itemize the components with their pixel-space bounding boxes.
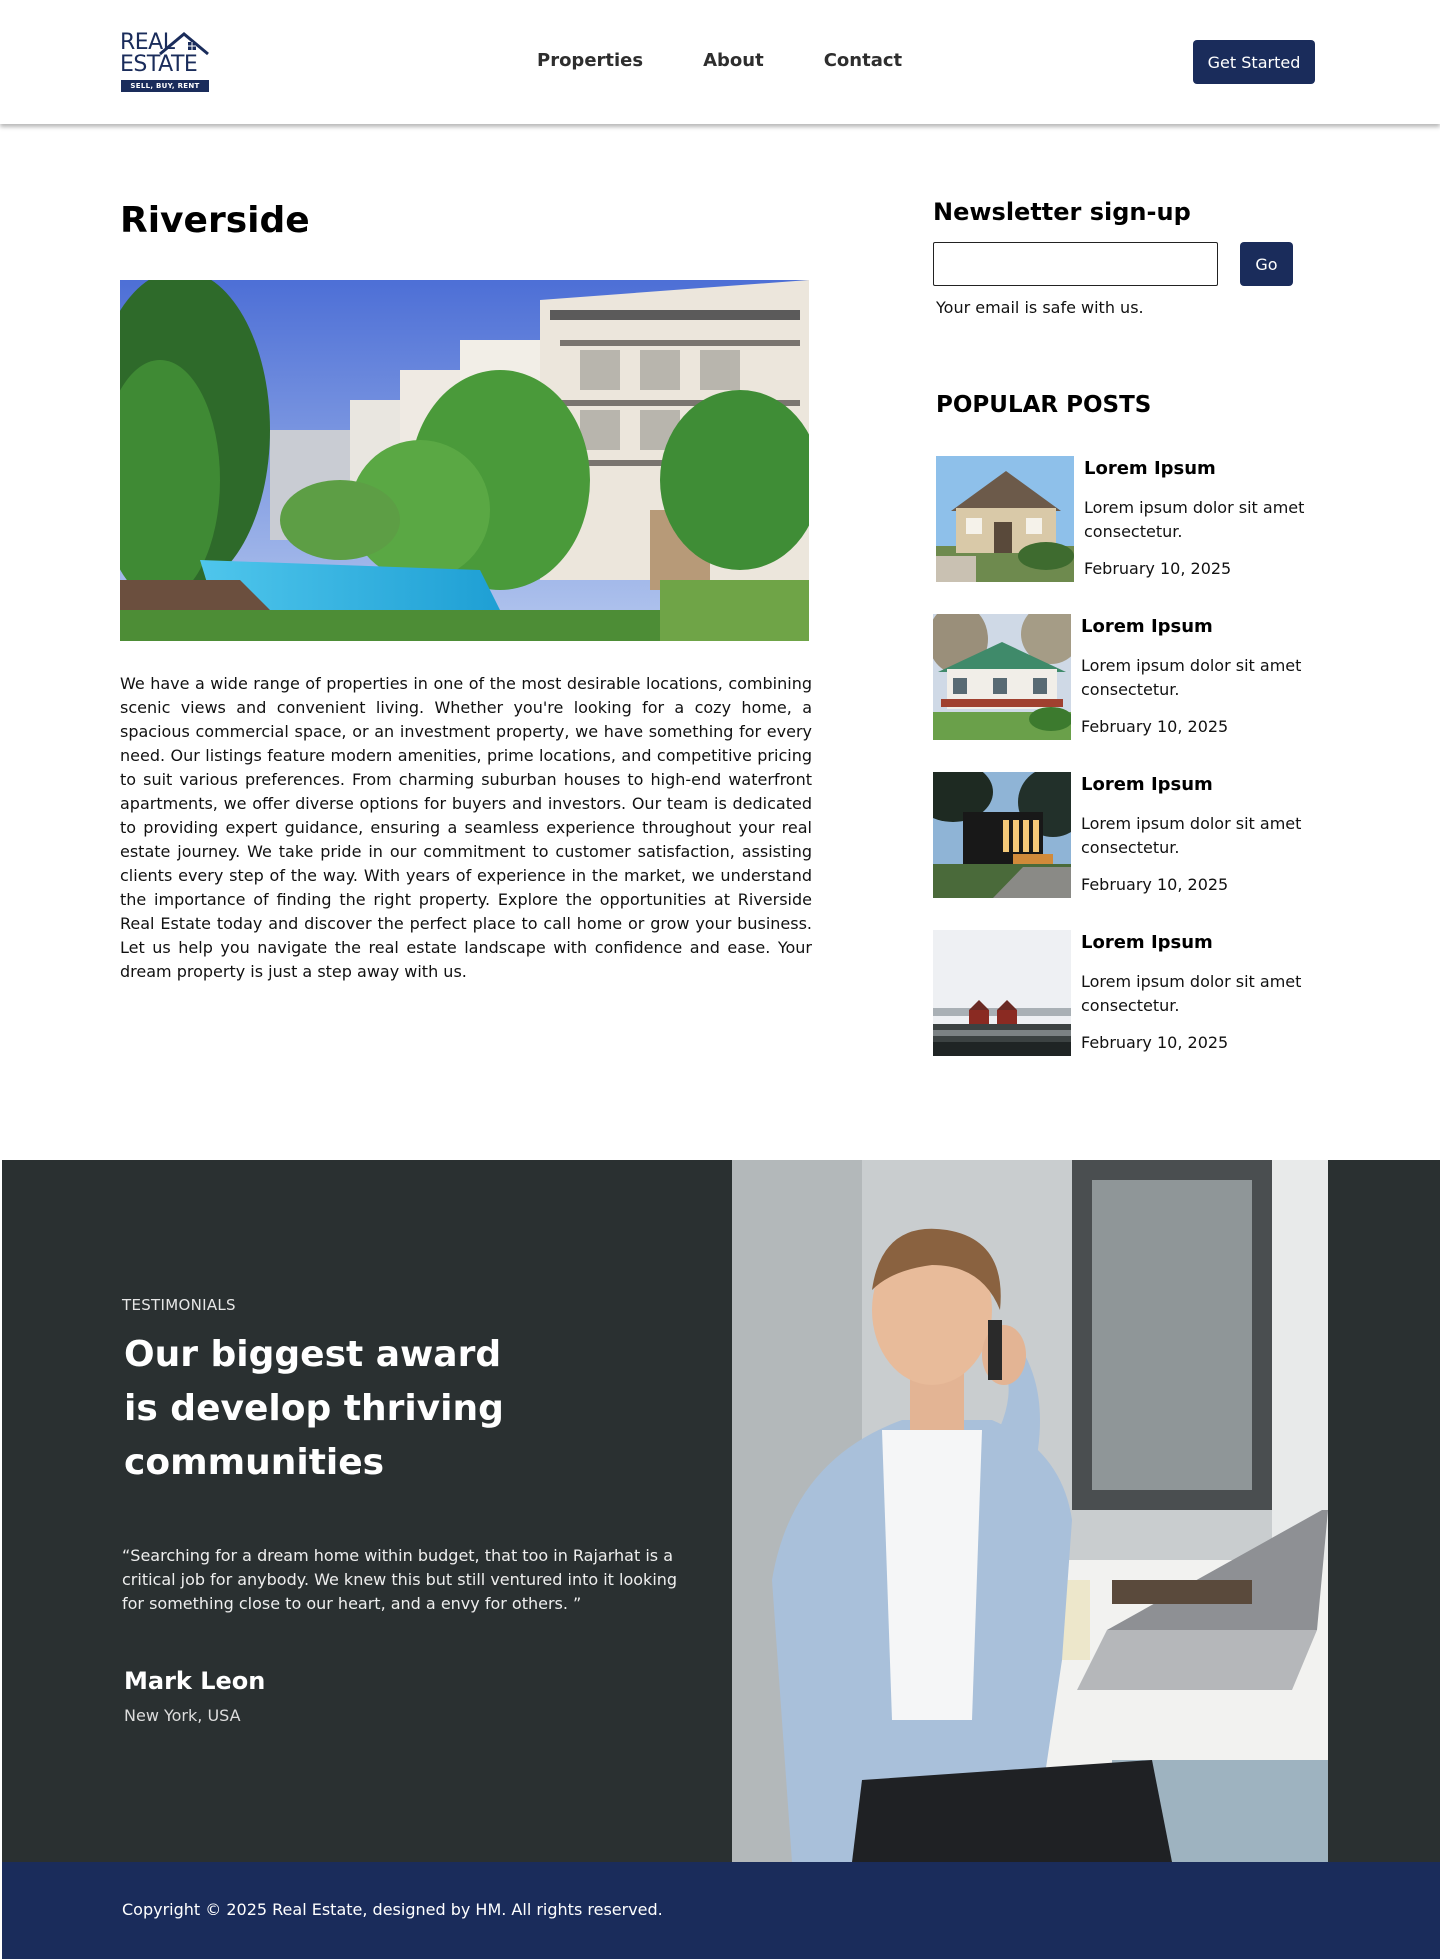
post-date: February 10, 2025 (1081, 875, 1229, 894)
post-excerpt: Lorem ipsum dolor sit amet consectetur. (1084, 498, 1305, 541)
newsletter-go-button[interactable]: Go (1240, 242, 1293, 286)
site-logo[interactable]: REAL ESTATE SELL, BUY, RENT (120, 30, 214, 94)
post-title[interactable]: Lorem Ipsum (1081, 616, 1213, 637)
testimonial-author-location: New York, USA (124, 1706, 241, 1725)
logo-text-real: REAL (120, 30, 175, 55)
post-thumbnail[interactable] (933, 614, 1071, 740)
post-date: February 10, 2025 (1081, 717, 1229, 736)
logo-tagline: SELL, BUY, RENT (121, 80, 209, 92)
nav-link-properties[interactable]: Properties (537, 50, 643, 71)
popular-post[interactable]: Lorem Ipsum Lorem ipsum dolor sit amet c… (936, 456, 1336, 583)
newsletter-note: Your email is safe with us. (936, 298, 1144, 317)
post-thumbnail[interactable] (933, 930, 1071, 1056)
testimonial-author-name: Mark Leon (124, 1667, 266, 1695)
post-date: February 10, 2025 (1084, 559, 1232, 578)
hero-image (120, 280, 809, 641)
post-thumbnail[interactable] (933, 772, 1071, 898)
popular-post[interactable]: Lorem Ipsum Lorem ipsum dolor sit amet c… (933, 614, 1333, 741)
post-title[interactable]: Lorem Ipsum (1084, 458, 1216, 479)
site-footer: Copyright © 2025 Real Estate, designed b… (2, 1862, 1440, 1959)
site-header: REAL ESTATE SELL, BUY, RENT Properties A… (0, 0, 1440, 124)
post-excerpt: Lorem ipsum dolor sit amet consectetur. (1081, 656, 1302, 699)
page-title: Riverside (120, 200, 310, 241)
post-thumbnail[interactable] (936, 456, 1074, 582)
popular-post[interactable]: Lorem Ipsum Lorem ipsum dolor sit amet c… (933, 772, 1333, 899)
newsletter-title: Newsletter sign-up (933, 198, 1191, 226)
nav-link-about[interactable]: About (703, 50, 764, 71)
testimonial-photo (732, 1160, 1328, 1862)
popular-post[interactable]: Lorem Ipsum Lorem ipsum dolor sit amet c… (933, 930, 1333, 1057)
testimonials-label: TESTIMONIALS (122, 1296, 236, 1314)
article-body: We have a wide range of properties in on… (120, 674, 812, 981)
post-date: February 10, 2025 (1081, 1033, 1229, 1052)
newsletter-email-input[interactable] (933, 242, 1218, 286)
popular-posts-title: POPULAR POSTS (936, 392, 1152, 418)
main-nav: Properties About Contact (537, 50, 962, 71)
post-excerpt: Lorem ipsum dolor sit amet consectetur. (1081, 814, 1302, 857)
get-started-button[interactable]: Get Started (1193, 40, 1315, 84)
testimonial-quote: “Searching for a dream home within budge… (122, 1546, 678, 1613)
logo-text-estate: ESTATE (120, 52, 198, 77)
testimonials-section: TESTIMONIALS Our biggest award is develo… (2, 1160, 1440, 1862)
post-title[interactable]: Lorem Ipsum (1081, 932, 1213, 953)
footer-copyright: Copyright © 2025 Real Estate, designed b… (122, 1900, 663, 1919)
nav-link-contact[interactable]: Contact (824, 50, 902, 71)
post-excerpt: Lorem ipsum dolor sit amet consectetur. (1081, 972, 1302, 1015)
post-title[interactable]: Lorem Ipsum (1081, 774, 1213, 795)
testimonials-heading: Our biggest award is develop thriving co… (124, 1334, 504, 1483)
